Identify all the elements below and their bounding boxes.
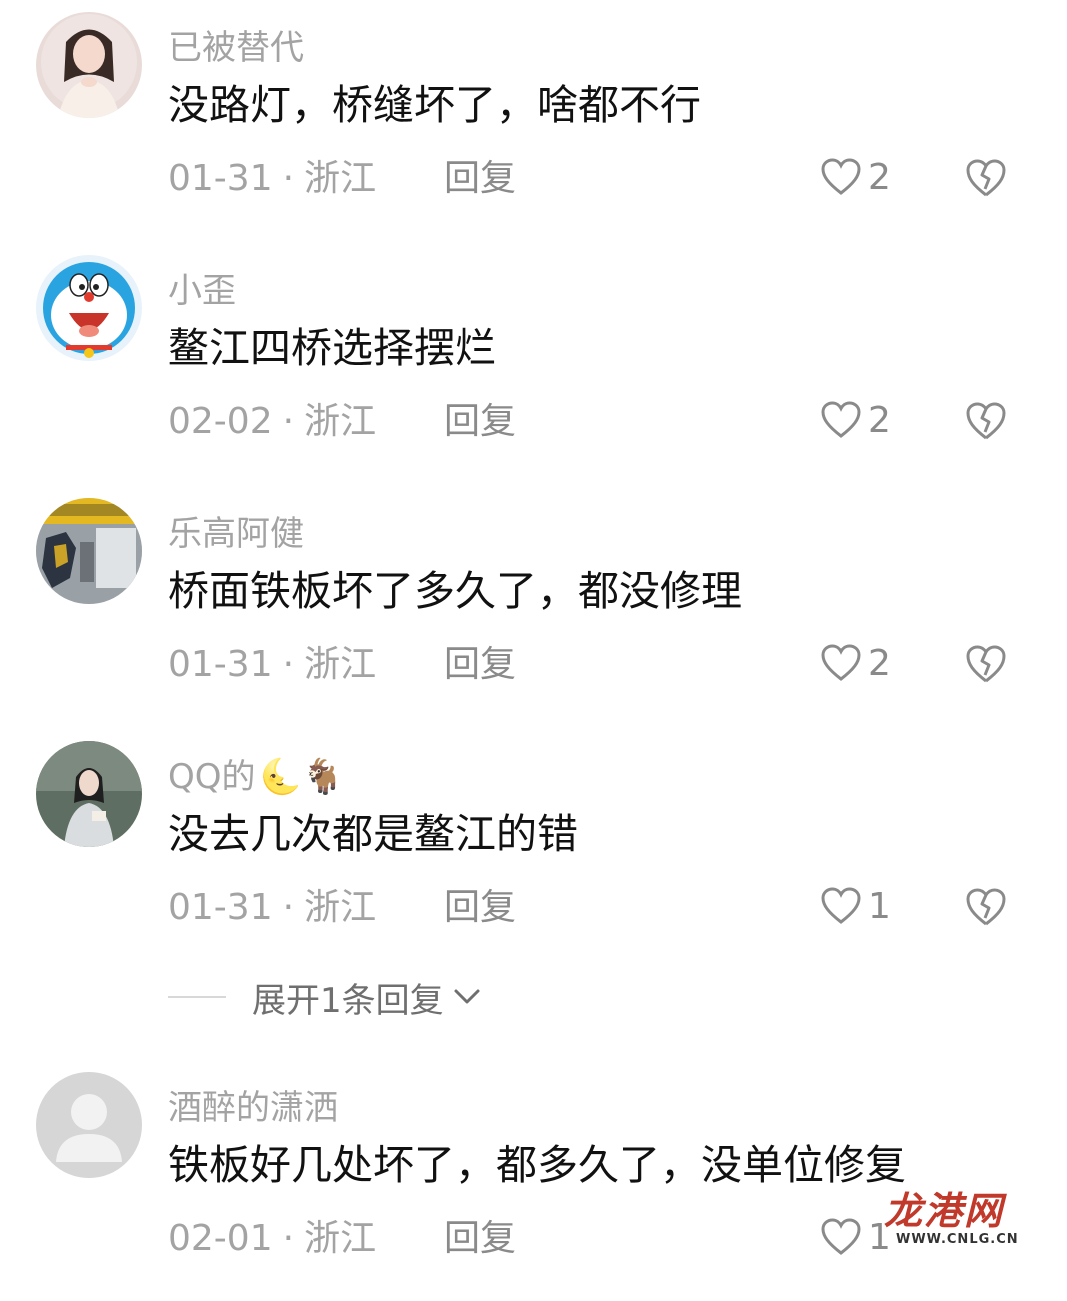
comment-item: QQ的 🌜🐐 没去几次都是鳌江的错 01-31 · 浙江 回复 1 xyxy=(0,741,1067,961)
expand-replies-label: 展开1条回复 xyxy=(252,980,444,1021)
comment-location: 浙江 xyxy=(304,644,377,685)
dislike-button[interactable] xyxy=(964,642,1008,686)
comment-meta: 02-02 · 浙江 xyxy=(168,399,376,445)
heart-icon xyxy=(821,401,861,438)
heart-icon xyxy=(821,1218,861,1255)
comment-date: 02-02 xyxy=(168,401,273,442)
dislike-button[interactable] xyxy=(964,399,1008,443)
comment-username[interactable]: 酒醉的潇洒 xyxy=(168,1086,338,1130)
comment-username[interactable]: QQ的 🌜🐐 xyxy=(168,755,344,799)
comment-item: 小歪 鳌江四桥选择摆烂 02-02 · 浙江 回复 2 xyxy=(0,255,1067,475)
heart-icon xyxy=(821,644,861,681)
comment-text: 桥面铁板坏了多久了，都没修理 xyxy=(168,567,742,615)
like-count: 2 xyxy=(868,399,891,441)
chevron-down-icon xyxy=(454,989,480,1004)
avatar[interactable] xyxy=(36,741,142,847)
broken-heart-icon xyxy=(966,645,1006,683)
comment-username[interactable]: 已被替代 xyxy=(168,26,304,70)
comment-username[interactable]: 乐高阿健 xyxy=(168,512,304,556)
like-button[interactable]: 1 xyxy=(820,881,891,931)
dislike-button[interactable] xyxy=(964,885,1008,929)
meta-separator: · xyxy=(282,158,295,199)
like-button[interactable]: 2 xyxy=(820,395,891,445)
comment-meta: 01-31 · 浙江 xyxy=(168,885,376,931)
meta-separator: · xyxy=(282,1218,295,1259)
comment-text: 没路灯，桥缝坏了，啥都不行 xyxy=(168,81,701,129)
like-button[interactable]: 2 xyxy=(820,152,891,202)
watermark-logo: 龙港网 WWW.CNLG.CN xyxy=(884,1180,1024,1260)
reply-button[interactable]: 回复 xyxy=(444,1216,516,1262)
heart-icon xyxy=(821,158,861,195)
watermark-url: WWW.CNLG.CN xyxy=(896,1232,1019,1247)
comment-text: 鳌江四桥选择摆烂 xyxy=(168,324,496,372)
comment-username-text: QQ的 xyxy=(168,757,256,797)
avatar[interactable] xyxy=(36,12,142,118)
avatar[interactable] xyxy=(36,498,142,604)
watermark-logo-text: 龙港网 xyxy=(884,1188,1005,1233)
broken-heart-icon xyxy=(966,402,1006,440)
comment-username[interactable]: 小歪 xyxy=(168,269,236,313)
comment-item: 乐高阿健 桥面铁板坏了多久了，都没修理 01-31 · 浙江 回复 2 xyxy=(0,498,1067,718)
comment-date: 01-31 xyxy=(168,887,273,928)
username-emoji: 🌜🐐 xyxy=(259,757,345,797)
comment-location: 浙江 xyxy=(304,401,377,442)
comment-meta: 01-31 · 浙江 xyxy=(168,156,376,202)
comment-location: 浙江 xyxy=(304,887,377,928)
like-count: 1 xyxy=(868,885,891,927)
meta-separator: · xyxy=(282,401,295,442)
heart-icon xyxy=(821,887,861,924)
broken-heart-icon xyxy=(966,888,1006,926)
comment-location: 浙江 xyxy=(304,1218,377,1259)
comment-text: 铁板好几处坏了，都多久了，没单位修复 xyxy=(168,1141,906,1189)
dislike-button[interactable] xyxy=(964,156,1008,200)
comment-date: 02-01 xyxy=(168,1218,273,1259)
comment-date: 01-31 xyxy=(168,644,273,685)
comment-item: 已被替代 没路灯，桥缝坏了，啥都不行 01-31 · 浙江 回复 2 xyxy=(0,12,1067,232)
meta-separator: · xyxy=(282,887,295,928)
avatar[interactable] xyxy=(36,1072,142,1178)
reply-button[interactable]: 回复 xyxy=(444,885,516,931)
like-button[interactable]: 1 xyxy=(820,1212,891,1262)
reply-button[interactable]: 回复 xyxy=(444,156,516,202)
comment-meta: 02-01 · 浙江 xyxy=(168,1216,376,1262)
comment-date: 01-31 xyxy=(168,158,273,199)
like-count: 2 xyxy=(868,642,891,684)
comment-meta: 01-31 · 浙江 xyxy=(168,642,376,688)
like-button[interactable]: 2 xyxy=(820,638,891,688)
reply-button[interactable]: 回复 xyxy=(444,642,516,688)
meta-separator: · xyxy=(282,644,295,685)
broken-heart-icon xyxy=(966,159,1006,197)
comment-text: 没去几次都是鳌江的错 xyxy=(168,810,578,858)
reply-button[interactable]: 回复 xyxy=(444,399,516,445)
avatar[interactable] xyxy=(36,255,142,361)
divider-line xyxy=(168,996,226,998)
like-count: 2 xyxy=(868,156,891,198)
comment-location: 浙江 xyxy=(304,158,377,199)
expand-replies-button[interactable]: 展开1条回复 xyxy=(168,974,482,1021)
